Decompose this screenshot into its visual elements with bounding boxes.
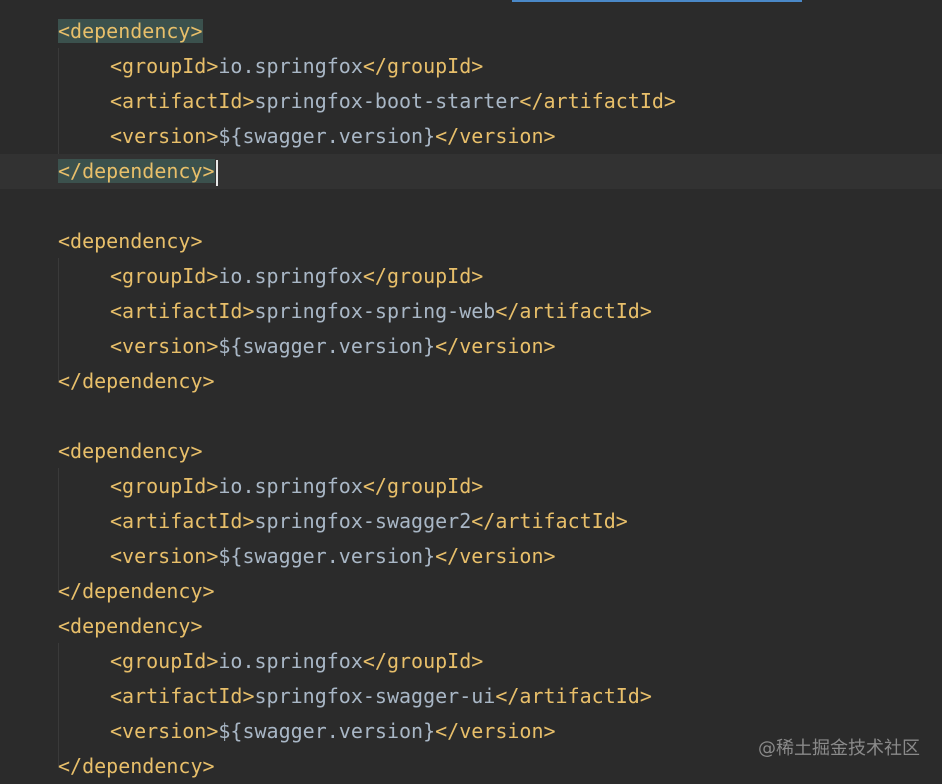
code-line[interactable] xyxy=(0,189,942,224)
code-line[interactable]: </dependency> xyxy=(0,364,942,399)
watermark: @稀土掘金技术社区 xyxy=(758,738,920,759)
xml-tag-open: <groupId> xyxy=(110,649,219,673)
code-line[interactable]: <artifactId>springfox-swagger2</artifact… xyxy=(0,504,942,539)
xml-text-value: springfox-spring-web xyxy=(254,299,496,323)
code-line[interactable] xyxy=(0,399,942,434)
code-editor[interactable]: <dependency> <groupId>io.springfox</group… xyxy=(0,0,942,782)
xml-tag-open: <dependency> xyxy=(58,229,203,253)
code-line[interactable]: </dependency> xyxy=(0,574,942,609)
code-content: <groupId>io.springfox</groupId> xyxy=(110,259,483,294)
xml-tag-open: <artifactId> xyxy=(110,684,255,708)
xml-tag-open: <dependency> xyxy=(58,439,203,463)
xml-tag-close: </artifactId> xyxy=(495,299,652,323)
code-line[interactable]: </dependency> xyxy=(0,154,942,189)
code-content: </dependency> xyxy=(58,574,215,609)
code-line[interactable]: <groupId>io.springfox</groupId> xyxy=(0,49,942,84)
code-content: </dependency> xyxy=(58,364,215,399)
xml-tag-open: </dependency> xyxy=(58,579,215,603)
text-caret xyxy=(215,159,218,186)
code-line[interactable]: <groupId>io.springfox</groupId> xyxy=(0,259,942,294)
code-content: <artifactId>springfox-swagger2</artifact… xyxy=(110,504,628,539)
xml-text-value: ${swagger.version} xyxy=(218,544,436,568)
xml-tag-close: </version> xyxy=(435,124,556,148)
xml-tag-open: <dependency> xyxy=(58,19,203,43)
code-line[interactable]: <artifactId>springfox-boot-starter</arti… xyxy=(0,84,942,119)
xml-tag-open: <artifactId> xyxy=(110,299,255,323)
code-content: <groupId>io.springfox</groupId> xyxy=(110,49,483,84)
xml-tag-open: <dependency> xyxy=(58,614,203,638)
code-content: </dependency> xyxy=(58,749,215,784)
xml-tag-close: </groupId> xyxy=(362,54,484,78)
xml-text-value: springfox-swagger-ui xyxy=(254,684,496,708)
code-content: <version>${swagger.version}</version> xyxy=(110,539,556,574)
xml-text-value: springfox-boot-starter xyxy=(254,89,520,113)
xml-tag-open: <groupId> xyxy=(110,54,219,78)
xml-tag-open: <version> xyxy=(110,544,219,568)
xml-text-value: ${swagger.version} xyxy=(218,334,436,358)
xml-tag-close: </groupId> xyxy=(362,264,484,288)
xml-tag-open: <artifactId> xyxy=(110,89,255,113)
xml-text-value: io.springfox xyxy=(218,264,363,288)
code-line[interactable]: <groupId>io.springfox</groupId> xyxy=(0,644,942,679)
code-line[interactable]: <dependency> xyxy=(0,609,942,644)
xml-tag-open: <artifactId> xyxy=(110,509,255,533)
xml-tag-open: <version> xyxy=(110,334,219,358)
code-line[interactable]: <version>${swagger.version}</version> xyxy=(0,539,942,574)
code-content: <groupId>io.springfox</groupId> xyxy=(110,644,483,679)
code-line[interactable]: <dependency> xyxy=(0,14,942,49)
code-line[interactable]: <artifactId>springfox-spring-web</artifa… xyxy=(0,294,942,329)
xml-tag-open: <groupId> xyxy=(110,474,219,498)
xml-tag-close: </version> xyxy=(435,719,556,743)
code-content: <artifactId>springfox-boot-starter</arti… xyxy=(110,84,676,119)
xml-text-value: ${swagger.version} xyxy=(218,124,436,148)
code-content: <dependency> xyxy=(58,224,203,259)
code-content: <dependency> xyxy=(58,434,203,469)
xml-text-value: ${swagger.version} xyxy=(218,719,436,743)
code-content: <groupId>io.springfox</groupId> xyxy=(110,469,483,504)
xml-tag-open: <version> xyxy=(110,719,219,743)
code-content: <dependency> xyxy=(58,14,203,49)
xml-tag-open: </dependency> xyxy=(58,159,215,183)
xml-tag-close: </artifactId> xyxy=(471,509,628,533)
code-content: <version>${swagger.version}</version> xyxy=(110,714,556,749)
xml-tag-close: </groupId> xyxy=(362,649,484,673)
xml-tag-close: </version> xyxy=(435,334,556,358)
xml-tag-close: </groupId> xyxy=(362,474,484,498)
code-content: <version>${swagger.version}</version> xyxy=(110,329,556,364)
xml-tag-close: </artifactId> xyxy=(519,89,676,113)
xml-tag-close: </version> xyxy=(435,544,556,568)
scroll-position-marker xyxy=(512,0,802,2)
code-line[interactable]: <dependency> xyxy=(0,224,942,259)
code-content: <dependency> xyxy=(58,609,203,644)
xml-text-value: io.springfox xyxy=(218,649,363,673)
xml-tag-open: </dependency> xyxy=(58,369,215,393)
xml-tag-open: <version> xyxy=(110,124,219,148)
xml-tag-close: </artifactId> xyxy=(495,684,652,708)
xml-tag-open: </dependency> xyxy=(58,754,215,778)
xml-text-value: io.springfox xyxy=(218,54,363,78)
code-content: <artifactId>springfox-spring-web</artifa… xyxy=(110,294,652,329)
code-line[interactable]: <artifactId>springfox-swagger-ui</artifa… xyxy=(0,679,942,714)
code-line[interactable]: <dependency> xyxy=(0,434,942,469)
code-content: </dependency> xyxy=(58,154,218,189)
code-content: <version>${swagger.version}</version> xyxy=(110,119,556,154)
code-line[interactable]: <version>${swagger.version}</version> xyxy=(0,119,942,154)
xml-tag-open: <groupId> xyxy=(110,264,219,288)
xml-text-value: springfox-swagger2 xyxy=(254,509,472,533)
code-content: <artifactId>springfox-swagger-ui</artifa… xyxy=(110,679,652,714)
code-line[interactable]: <version>${swagger.version}</version> xyxy=(0,329,942,364)
xml-text-value: io.springfox xyxy=(218,474,363,498)
code-line[interactable]: <groupId>io.springfox</groupId> xyxy=(0,469,942,504)
